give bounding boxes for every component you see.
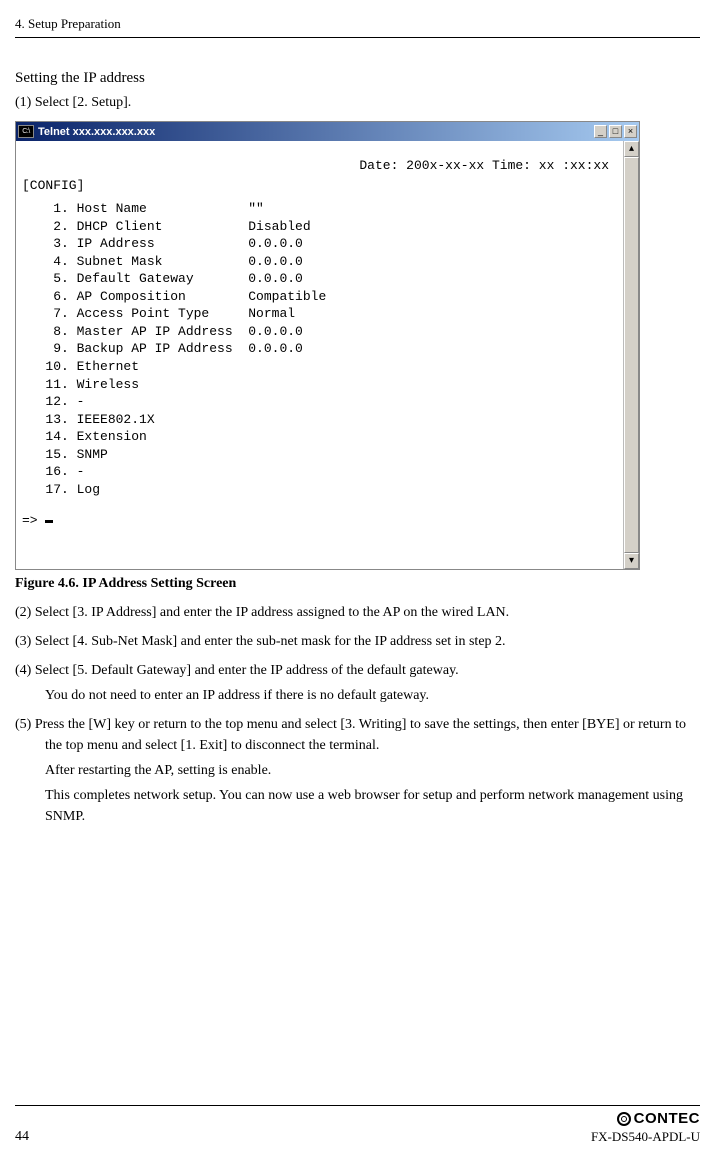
chapter-title: 4. Setup Preparation xyxy=(15,16,121,31)
config-row: 10. Ethernet xyxy=(22,358,617,376)
config-row: 5. Default Gateway 0.0.0.0 xyxy=(22,270,617,288)
step-5-line1: (5) Press the [W] key or return to the t… xyxy=(15,714,700,756)
contec-logo-icon xyxy=(617,1112,631,1126)
close-button[interactable]: × xyxy=(624,125,637,138)
footer-model: FX-DS540-APDL-U xyxy=(591,1129,700,1145)
config-rows: 1. Host Name "" 2. DHCP Client Disabled … xyxy=(22,200,617,498)
step-2: (2) Select [3. IP Address] and enter the… xyxy=(15,602,700,623)
terminal-prompt: => xyxy=(22,512,617,530)
window-controls: _ □ × xyxy=(594,125,637,138)
terminal-date-line: Date: 200x-xx-xx Time: xx :xx:xx xyxy=(22,145,617,177)
scroll-thumb[interactable] xyxy=(624,157,639,553)
page-footer: 44 CONTEC FX-DS540-APDL-U xyxy=(15,1105,700,1145)
config-row: 17. Log xyxy=(22,481,617,499)
config-row: 3. IP Address 0.0.0.0 xyxy=(22,235,617,253)
terminal-scrollbar[interactable]: ▴ ▾ xyxy=(623,141,639,569)
minimize-button[interactable]: _ xyxy=(594,125,607,138)
config-row: 14. Extension xyxy=(22,428,617,446)
terminal-titlebar: C:\ Telnet xxx.xxx.xxx.xxx _ □ × xyxy=(16,122,639,141)
terminal-body: Date: 200x-xx-xx Time: xx :xx:xx [CONFIG… xyxy=(16,141,623,569)
config-row: 16. - xyxy=(22,463,617,481)
step-1: (1) Select [2. Setup]. xyxy=(15,95,700,111)
config-row: 12. - xyxy=(22,393,617,411)
figure-caption: Figure 4.6. IP Address Setting Screen xyxy=(15,576,700,592)
step-3: (3) Select [4. Sub-Net Mask] and enter t… xyxy=(15,631,700,652)
step-4-line2: You do not need to enter an IP address i… xyxy=(15,685,700,706)
config-row: 13. IEEE802.1X xyxy=(22,411,617,429)
scroll-up-button[interactable]: ▴ xyxy=(624,141,639,157)
config-row: 9. Backup AP IP Address 0.0.0.0 xyxy=(22,340,617,358)
subsection-title: Setting the IP address xyxy=(15,70,700,87)
scroll-down-button[interactable]: ▾ xyxy=(624,553,639,569)
terminal-title: Telnet xxx.xxx.xxx.xxx xyxy=(38,126,594,138)
config-row: 7. Access Point Type Normal xyxy=(22,305,617,323)
config-label: [CONFIG] xyxy=(22,177,617,195)
step-5-line3: This completes network setup. You can no… xyxy=(15,785,700,827)
contec-logo: CONTEC xyxy=(617,1110,700,1127)
contec-logo-text: CONTEC xyxy=(634,1110,700,1127)
config-row: 1. Host Name "" xyxy=(22,200,617,218)
cursor-icon xyxy=(45,520,53,523)
config-row: 8. Master AP IP Address 0.0.0.0 xyxy=(22,323,617,341)
config-row: 2. DHCP Client Disabled xyxy=(22,218,617,236)
page-number: 44 xyxy=(15,1129,29,1145)
page-header: 4. Setup Preparation xyxy=(15,16,700,38)
config-row: 15. SNMP xyxy=(22,446,617,464)
config-row: 11. Wireless xyxy=(22,376,617,394)
footer-branding: CONTEC FX-DS540-APDL-U xyxy=(591,1110,700,1145)
config-row: 6. AP Composition Compatible xyxy=(22,288,617,306)
maximize-button[interactable]: □ xyxy=(609,125,622,138)
step-5-line2: After restarting the AP, setting is enab… xyxy=(15,760,700,781)
config-row: 4. Subnet Mask 0.0.0.0 xyxy=(22,253,617,271)
terminal-window: C:\ Telnet xxx.xxx.xxx.xxx _ □ × Date: 2… xyxy=(15,121,640,570)
step-4-line1: (4) Select [5. Default Gateway] and ente… xyxy=(15,660,700,681)
terminal-icon: C:\ xyxy=(18,125,34,138)
